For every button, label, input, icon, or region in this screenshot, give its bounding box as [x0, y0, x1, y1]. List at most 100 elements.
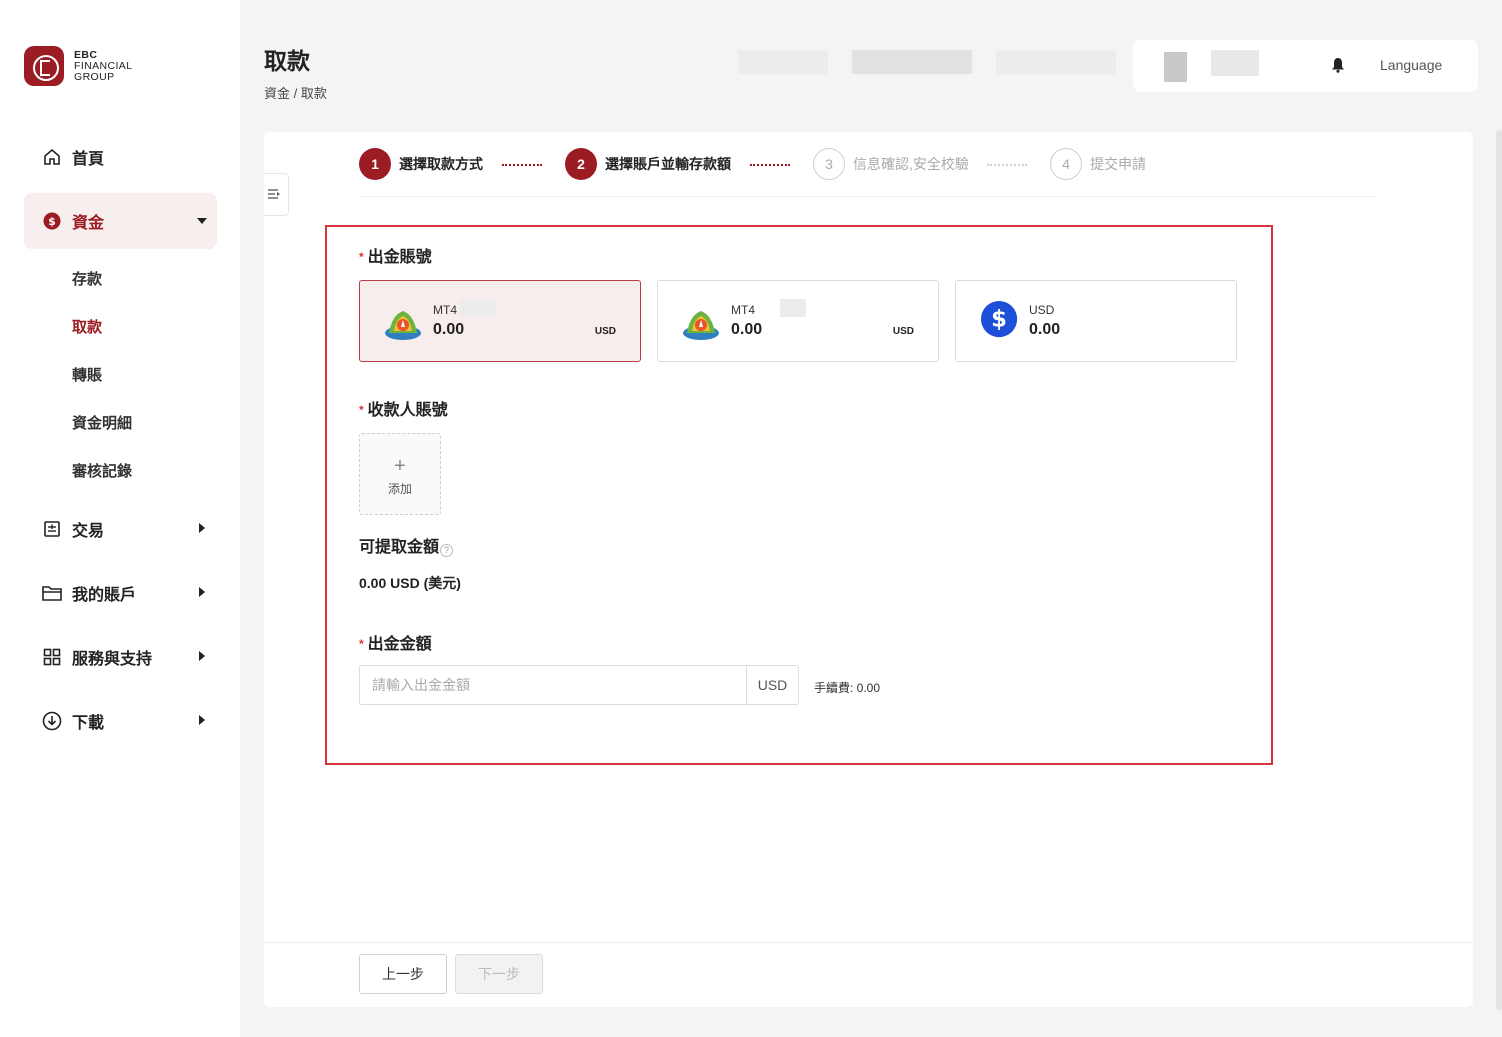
caret-down-icon — [197, 218, 207, 224]
sidebar-subitem-audit-records[interactable]: 審核記錄 — [72, 460, 132, 481]
label-text: 出金賬號 — [367, 249, 432, 266]
redacted-area — [852, 50, 972, 74]
sidebar-item-label: 資金 — [72, 215, 105, 232]
sidebar-item-label: 交易 — [72, 523, 105, 540]
payee-account-label: * 收款人賬號 — [359, 396, 448, 420]
account-card-3[interactable]: $ USD 0.00 — [955, 280, 1237, 362]
step-4: 4 提交申請 — [1050, 148, 1146, 180]
step-connector — [502, 164, 542, 166]
sidebar-subitem-withdraw[interactable]: 取款 — [72, 316, 102, 337]
redacted-area — [996, 50, 1116, 74]
bell-icon[interactable] — [1331, 57, 1345, 78]
fee-text: 手續費: 0.00 — [814, 681, 881, 695]
step-2: 2 選擇賬戶並輸存款額 — [565, 148, 731, 180]
language-selector[interactable]: Language — [1380, 57, 1442, 73]
home-icon — [42, 147, 62, 167]
sidebar-subitem-deposit[interactable]: 存款 — [72, 268, 102, 289]
sidebar-item-download[interactable]: 下載 — [24, 693, 217, 749]
available-amount-value: 0.00 USD (美元) — [359, 575, 461, 591]
redacted-area — [738, 50, 828, 74]
sidebar-item-label: 我的賬戶 — [72, 587, 137, 604]
withdraw-amount-input[interactable] — [359, 665, 747, 705]
svg-text:$: $ — [991, 307, 1007, 333]
step-label: 選擇取款方式 — [399, 156, 483, 172]
step-label: 選擇賬戶並輸存款額 — [605, 156, 731, 172]
brand-line-1: EBC — [74, 48, 98, 61]
download-icon — [42, 711, 62, 731]
account-balance: 0.00 — [1029, 321, 1061, 338]
avatar[interactable] — [1164, 52, 1187, 82]
step-label: 信息確認,安全校驗 — [853, 156, 969, 172]
brand-line-3: GROUP — [74, 70, 115, 83]
amount-currency-suffix: USD — [746, 665, 799, 705]
add-label: 添加 — [387, 482, 412, 496]
step-number: 1 — [359, 148, 391, 180]
step-connector — [750, 164, 790, 166]
sidebar-item-funds[interactable]: $ 資金 — [24, 193, 217, 249]
step-3: 3 信息確認,安全校驗 — [813, 148, 969, 180]
source-account-label: * 出金賬號 — [359, 243, 432, 267]
sidebar-item-label: 首頁 — [72, 151, 105, 168]
step-connector — [987, 164, 1027, 166]
step-1: 1 選擇取款方式 — [359, 148, 483, 180]
page-title: 取款 — [264, 48, 310, 74]
sidebar-item-home[interactable]: 首頁 — [24, 129, 217, 185]
account-card-1[interactable]: MT4 0.00 USD — [359, 280, 641, 362]
dollar-icon: $ — [980, 300, 1018, 338]
trade-icon — [42, 519, 62, 539]
required-mark: * — [359, 403, 364, 417]
help-icon[interactable]: ? — [440, 544, 454, 557]
svg-text:$: $ — [48, 215, 56, 228]
add-payee-button[interactable]: + 添加 — [359, 433, 441, 515]
step-number: 3 — [813, 148, 845, 180]
step-number: 2 — [565, 148, 597, 180]
sidebar-subitem-transfer[interactable]: 轉賬 — [72, 364, 102, 385]
ebc-logo-icon — [24, 46, 64, 86]
redacted-username — [1211, 50, 1259, 76]
account-platform: USD — [1029, 303, 1055, 317]
caret-right-icon — [199, 587, 205, 597]
brand-name: EBC FINANCIAL GROUP — [74, 48, 133, 83]
footer-divider — [264, 942, 1473, 943]
label-text: 收款人賬號 — [367, 402, 448, 419]
account-platform: MT4 — [731, 303, 755, 317]
sidebar-item-label: 下載 — [72, 715, 105, 732]
menu-fold-icon — [268, 189, 280, 199]
dollar-circle-icon: $ — [42, 211, 62, 231]
folder-icon — [42, 583, 62, 603]
caret-right-icon — [199, 651, 205, 661]
withdraw-amount-label: * 出金金額 — [359, 630, 432, 654]
account-card-2[interactable]: MT4 0.00 USD — [657, 280, 939, 362]
caret-right-icon — [199, 523, 205, 533]
redacted-account-number — [780, 299, 806, 317]
brand-line-2: FINANCIAL — [74, 59, 133, 72]
account-currency: USD — [594, 326, 616, 337]
sidebar-subitem-fund-details[interactable]: 資金明細 — [72, 412, 132, 433]
next-step-button[interactable]: 下一步 — [455, 954, 543, 994]
account-balance: 0.00 — [731, 321, 763, 338]
scrollbar[interactable] — [1496, 130, 1502, 1010]
step-progress: 1 選擇取款方式 2 選擇賬戶並輸存款額 3 信息確認,安全校驗 4 提交申請 — [359, 148, 1376, 197]
step-label: 提交申請 — [1090, 156, 1146, 172]
required-mark: * — [359, 637, 364, 651]
sidebar-item-trade[interactable]: 交易 — [24, 501, 217, 557]
brand-logo[interactable]: EBC FINANCIAL GROUP — [24, 46, 132, 86]
required-mark: * — [359, 250, 364, 264]
account-balance: 0.00 — [433, 321, 465, 338]
label-text: 可提取金額 — [359, 539, 440, 556]
sidebar-item-service-support[interactable]: 服務與支持 — [24, 629, 217, 685]
mt4-icon — [385, 311, 421, 340]
step-number: 4 — [1050, 148, 1082, 180]
label-text: 出金金額 — [367, 636, 432, 653]
breadcrumb[interactable]: 資金 / 取款 — [264, 83, 327, 102]
caret-right-icon — [199, 715, 205, 725]
plus-icon: + — [394, 455, 406, 477]
available-amount-label: 可提取金額? — [359, 533, 454, 557]
account-currency: USD — [892, 326, 914, 337]
collapse-sidebar-button[interactable] — [264, 173, 289, 216]
sidebar: EBC FINANCIAL GROUP 首頁 $ 資金 存款 取款 轉賬 資金明… — [0, 0, 240, 1037]
sidebar-item-my-accounts[interactable]: 我的賬戶 — [24, 565, 217, 621]
sidebar-item-label: 服務與支持 — [72, 651, 153, 668]
prev-step-button[interactable]: 上一步 — [359, 954, 447, 994]
redacted-account-number — [460, 299, 496, 317]
